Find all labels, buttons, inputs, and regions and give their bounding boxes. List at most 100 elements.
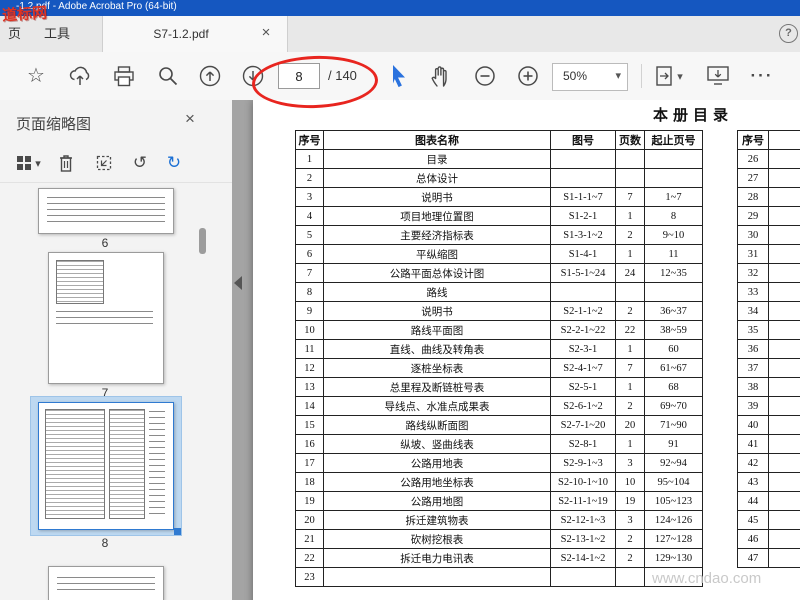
help-icon[interactable]: ? xyxy=(779,24,798,43)
document-view: 本册目录 序号 图表名称 图号 页数 起止页号 1 目录 2 总体设计 3 说明书 S1-1-1~7 7… xyxy=(232,100,800,600)
page-total-label: / 140 xyxy=(328,68,357,83)
resize-thumbnails-icon[interactable] xyxy=(92,151,116,175)
table-cell: 68 xyxy=(644,377,703,397)
table-cell: 13 xyxy=(295,377,324,397)
hand-tool-icon[interactable] xyxy=(429,64,453,88)
chevron-down-icon[interactable]: ▾ xyxy=(674,64,686,88)
zoom-out-icon[interactable] xyxy=(473,64,497,88)
table-row: 19 公路用地图 S2-11-1~19 19 105~123 xyxy=(295,491,703,511)
table-row: 42 xyxy=(737,453,800,473)
toolbar-divider xyxy=(641,64,642,88)
table-row: 30 xyxy=(737,225,800,245)
table-cell: 说明书 xyxy=(323,301,551,321)
watermark-top-left: 道标网 xyxy=(1,4,48,25)
table-cell xyxy=(615,567,645,587)
table-cell: S2-3-1 xyxy=(550,339,616,359)
table-row: 39 xyxy=(737,396,800,416)
table-cell xyxy=(644,149,703,169)
table-cell: 44 xyxy=(737,491,769,511)
table-cell xyxy=(644,168,703,188)
star-icon[interactable]: ☆ xyxy=(24,64,48,88)
table-cell: 95~104 xyxy=(644,472,703,492)
panel-close-icon[interactable]: × xyxy=(180,109,200,129)
table-row: 45 xyxy=(737,510,800,530)
thumbnail-artwork xyxy=(109,409,145,519)
table-cell: 总里程及断链桩号表 xyxy=(323,377,551,397)
selection-handle[interactable] xyxy=(174,528,181,535)
rotate-left-icon[interactable]: ↺ xyxy=(128,151,152,175)
table-cell: 35 xyxy=(737,320,769,340)
table-header-row: 序号 图表名称 图号 页数 起止页号 xyxy=(295,130,703,150)
page-thumbnail-6[interactable] xyxy=(38,188,174,234)
page-fit-icon[interactable] xyxy=(652,64,676,88)
table-cell: 45 xyxy=(737,510,769,530)
table-row: 23 xyxy=(295,567,703,587)
document-tab[interactable]: S7-1.2.pdf × xyxy=(102,16,288,52)
cloud-upload-icon[interactable] xyxy=(68,64,92,88)
watermark-bottom-right: www.cndao.com xyxy=(652,570,762,587)
chevron-down-icon[interactable]: ▾ xyxy=(32,151,44,175)
table-cell: 20 xyxy=(615,415,645,435)
page-down-icon[interactable] xyxy=(241,64,265,88)
zoom-in-icon[interactable] xyxy=(516,64,540,88)
table-cell: 主要经济指标表 xyxy=(323,225,551,245)
rotate-right-icon[interactable]: ↻ xyxy=(162,151,186,175)
table-cell: S1-4-1 xyxy=(550,244,616,264)
table-row: 5 主要经济指标表 S1-3-1~2 2 9~10 xyxy=(295,225,703,245)
table-row: 38 xyxy=(737,377,800,397)
zoom-dropdown[interactable]: 50% ▾ xyxy=(552,63,628,91)
table-row: 22 拆迁电力电讯表 S2-14-1~2 2 129~130 xyxy=(295,548,703,568)
page-thumbnail-9[interactable] xyxy=(48,566,164,600)
column-header: 图表名称 xyxy=(323,130,551,150)
table-cell xyxy=(644,282,703,302)
table-row: 41 xyxy=(737,434,800,454)
page-number-input[interactable] xyxy=(278,63,320,89)
table-cell: S2-12-1~3 xyxy=(550,510,616,530)
table-cell: 28 xyxy=(737,187,769,207)
table-row: 8 路线 xyxy=(295,282,703,302)
table-cell: S2-5-1 xyxy=(550,377,616,397)
table-row: 26 xyxy=(737,149,800,169)
column-header: 页数 xyxy=(615,130,645,150)
thumbnail-artwork xyxy=(56,311,153,329)
collapse-pane-icon[interactable] xyxy=(234,276,242,290)
table-cell xyxy=(768,301,800,321)
page-thumbnail-7[interactable] xyxy=(48,252,164,384)
table-row: 6 平纵缩图 S1-4-1 1 11 xyxy=(295,244,703,264)
table-cell: 1 xyxy=(615,206,645,226)
table-row: 10 路线平面图 S2-2-1~22 22 38~59 xyxy=(295,320,703,340)
table-cell: 2 xyxy=(615,548,645,568)
panel-scrollbar[interactable] xyxy=(199,228,206,254)
table-cell xyxy=(768,548,800,568)
screen-view-icon[interactable] xyxy=(706,64,730,88)
pointer-tool-icon[interactable] xyxy=(386,64,410,88)
table-cell: S2-1-1~2 xyxy=(550,301,616,321)
table-cell xyxy=(768,472,800,492)
table-cell xyxy=(768,396,800,416)
thumbnail-artwork xyxy=(47,197,165,225)
table-cell: 46 xyxy=(737,529,769,549)
table-cell xyxy=(550,149,616,169)
table-cell xyxy=(768,415,800,435)
print-icon[interactable] xyxy=(112,64,136,88)
table-row: 47 xyxy=(737,548,800,568)
table-cell xyxy=(768,358,800,378)
page-thumbnail-8[interactable] xyxy=(38,402,174,530)
table-cell: 8 xyxy=(644,206,703,226)
table-row: 37 xyxy=(737,358,800,378)
search-icon[interactable] xyxy=(156,64,180,88)
page-title: 本册目录 xyxy=(653,108,734,124)
page-up-icon[interactable] xyxy=(198,64,222,88)
table-row: 1 目录 xyxy=(295,149,703,169)
more-tools-icon[interactable]: ··· xyxy=(750,64,774,88)
table-cell xyxy=(550,567,616,587)
pdf-page[interactable]: 本册目录 序号 图表名称 图号 页数 起止页号 1 目录 2 总体设计 3 说明书 S1-1-1~7 7… xyxy=(253,100,800,600)
table-cell: 21 xyxy=(295,529,324,549)
trash-icon[interactable] xyxy=(54,151,78,175)
tab-close-icon[interactable]: × xyxy=(257,24,275,42)
table-cell: 69~70 xyxy=(644,396,703,416)
table-cell: 总体设计 xyxy=(323,168,551,188)
table-cell xyxy=(615,149,645,169)
table-cell: 15 xyxy=(295,415,324,435)
table-cell: 40 xyxy=(737,415,769,435)
